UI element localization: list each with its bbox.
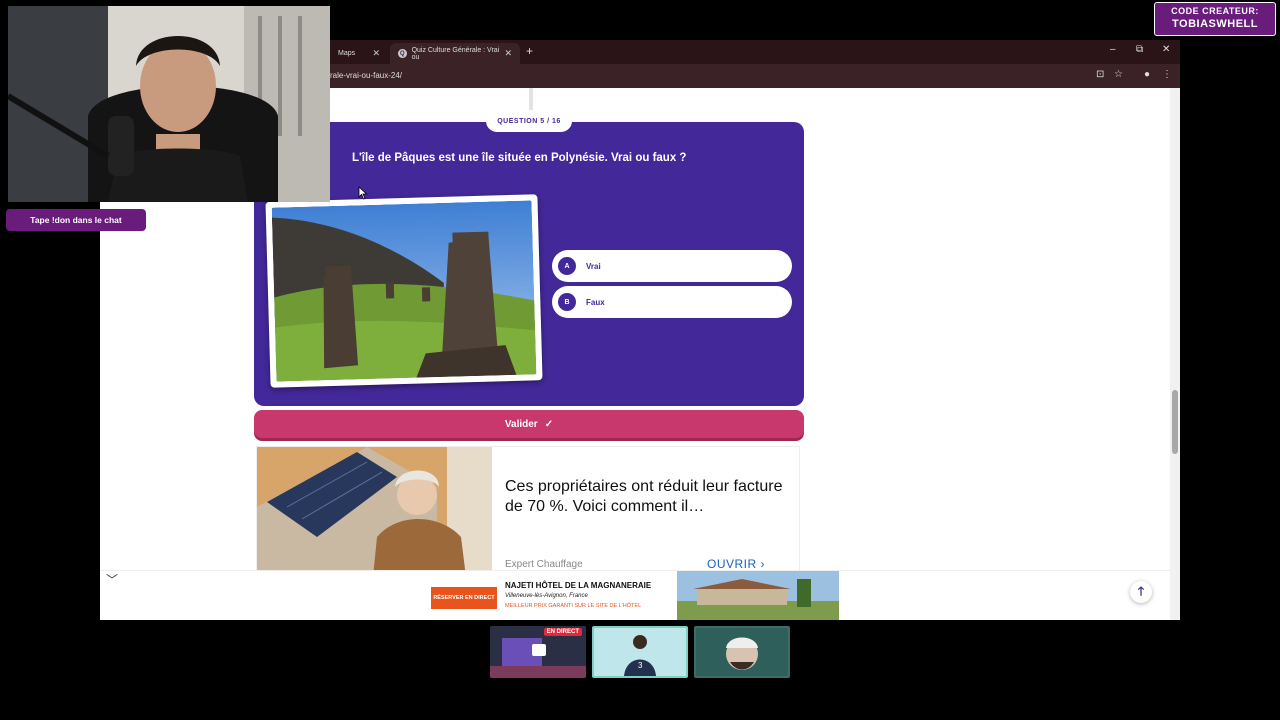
live-badge: EN DIRECT — [543, 628, 582, 636]
chevron-down-icon[interactable]: ﹀ — [106, 571, 118, 588]
minimize-icon[interactable]: – — [1110, 44, 1116, 55]
hotel-image[interactable] — [677, 571, 839, 620]
book-direct-button[interactable]: RÉSERVER EN DIRECT — [431, 587, 497, 609]
bookmark-star-icon[interactable]: ☆ — [1114, 69, 1123, 80]
favicon-icon: Q — [398, 49, 407, 58]
screen: Maps ✕ Q Quiz Culture Générale : Vrai ou… — [0, 0, 1280, 720]
new-tab-icon[interactable]: + — [526, 44, 533, 58]
hotel-ad[interactable]: RÉSERVER EN DIRECT NAJETI HÔTEL DE LA MA… — [431, 571, 839, 620]
menu-dots-icon[interactable]: ⋮ — [1162, 69, 1172, 80]
scrollbar-thumb[interactable] — [1172, 390, 1178, 454]
streamer-webcam — [8, 6, 330, 202]
question-text: L'île de Pâques est une île située en Po… — [352, 152, 687, 164]
ad-source: Expert Chauffage — [505, 559, 583, 570]
banner-title: NAJETI HÔTEL DE LA MAGNANERAIE — [505, 581, 652, 590]
scroll-to-top-button[interactable]: 🡑 — [1130, 581, 1152, 603]
validate-button[interactable]: Valider ✓ — [254, 410, 804, 438]
install-icon[interactable]: ⊡ — [1096, 69, 1104, 80]
tab-label: Maps — [338, 50, 356, 57]
stream-thumbnail[interactable] — [694, 626, 790, 678]
tab-quiz[interactable]: Q Quiz Culture Générale : Vrai ou ✕ — [390, 43, 520, 64]
url-text[interactable]: rale-vrai-ou-faux-24/ — [330, 71, 402, 80]
chat-prompt-banner: Tape !don dans le chat — [6, 209, 146, 231]
stream-thumbnail[interactable]: 3 — [592, 626, 688, 678]
question-counter-badge: QUESTION 5 / 16 — [486, 110, 572, 132]
answer-label: Vrai — [586, 261, 601, 271]
creator-code-label: CODE CREATEUR: — [1171, 6, 1259, 16]
ad-cta-label: OUVRIR — [707, 557, 757, 571]
answer-letter: B — [558, 293, 576, 311]
checkmark-icon: ✓ — [544, 418, 554, 430]
question-image — [265, 194, 543, 388]
creator-code-value: TOBIASWHELL — [1172, 18, 1258, 30]
answer-letter: A — [558, 257, 576, 275]
banner-location: Villeneuve-lès-Avignon, France — [505, 593, 588, 599]
answer-option-a[interactable]: A Vrai — [552, 250, 792, 282]
answer-option-b[interactable]: B Faux — [552, 286, 792, 318]
answer-label: Faux — [586, 297, 605, 307]
tab-label: Quiz Culture Générale : Vrai ou — [411, 46, 500, 61]
restore-icon[interactable]: ⧉ — [1136, 44, 1143, 55]
close-window-icon[interactable]: ✕ — [1162, 44, 1170, 55]
creator-code-badge: CODE CREATEUR: TOBIASWHELL — [1154, 2, 1276, 36]
mouse-cursor-icon — [358, 186, 368, 205]
chevron-right-icon: › — [760, 557, 766, 571]
progress-stem — [529, 88, 533, 110]
ad-headline[interactable]: Ces propriétaires ont réduit leur factur… — [505, 477, 785, 517]
validate-label: Valider — [504, 418, 538, 430]
profile-icon[interactable]: ● — [1144, 69, 1150, 80]
page-scrollbar[interactable] — [1170, 88, 1180, 620]
tab-maps[interactable]: Maps ✕ — [330, 43, 388, 64]
bottom-ad-banner: ﹀ RÉSERVER EN DIRECT NAJETI HÔTEL DE LA … — [100, 570, 1170, 620]
close-tab-icon[interactable]: ✕ — [504, 48, 512, 59]
quiz-card: QUESTION 5 / 16 L'île de Pâques est une … — [254, 110, 804, 406]
svg-text:3: 3 — [638, 661, 643, 670]
stream-thumbnail[interactable]: EN DIRECT — [490, 626, 586, 678]
banner-tagline: MEILLEUR PRIX GARANTI SUR LE SITE DE L'H… — [505, 603, 642, 609]
ad-open-button[interactable]: OUVRIR › — [707, 557, 765, 571]
close-tab-icon[interactable]: ✕ — [372, 48, 380, 59]
